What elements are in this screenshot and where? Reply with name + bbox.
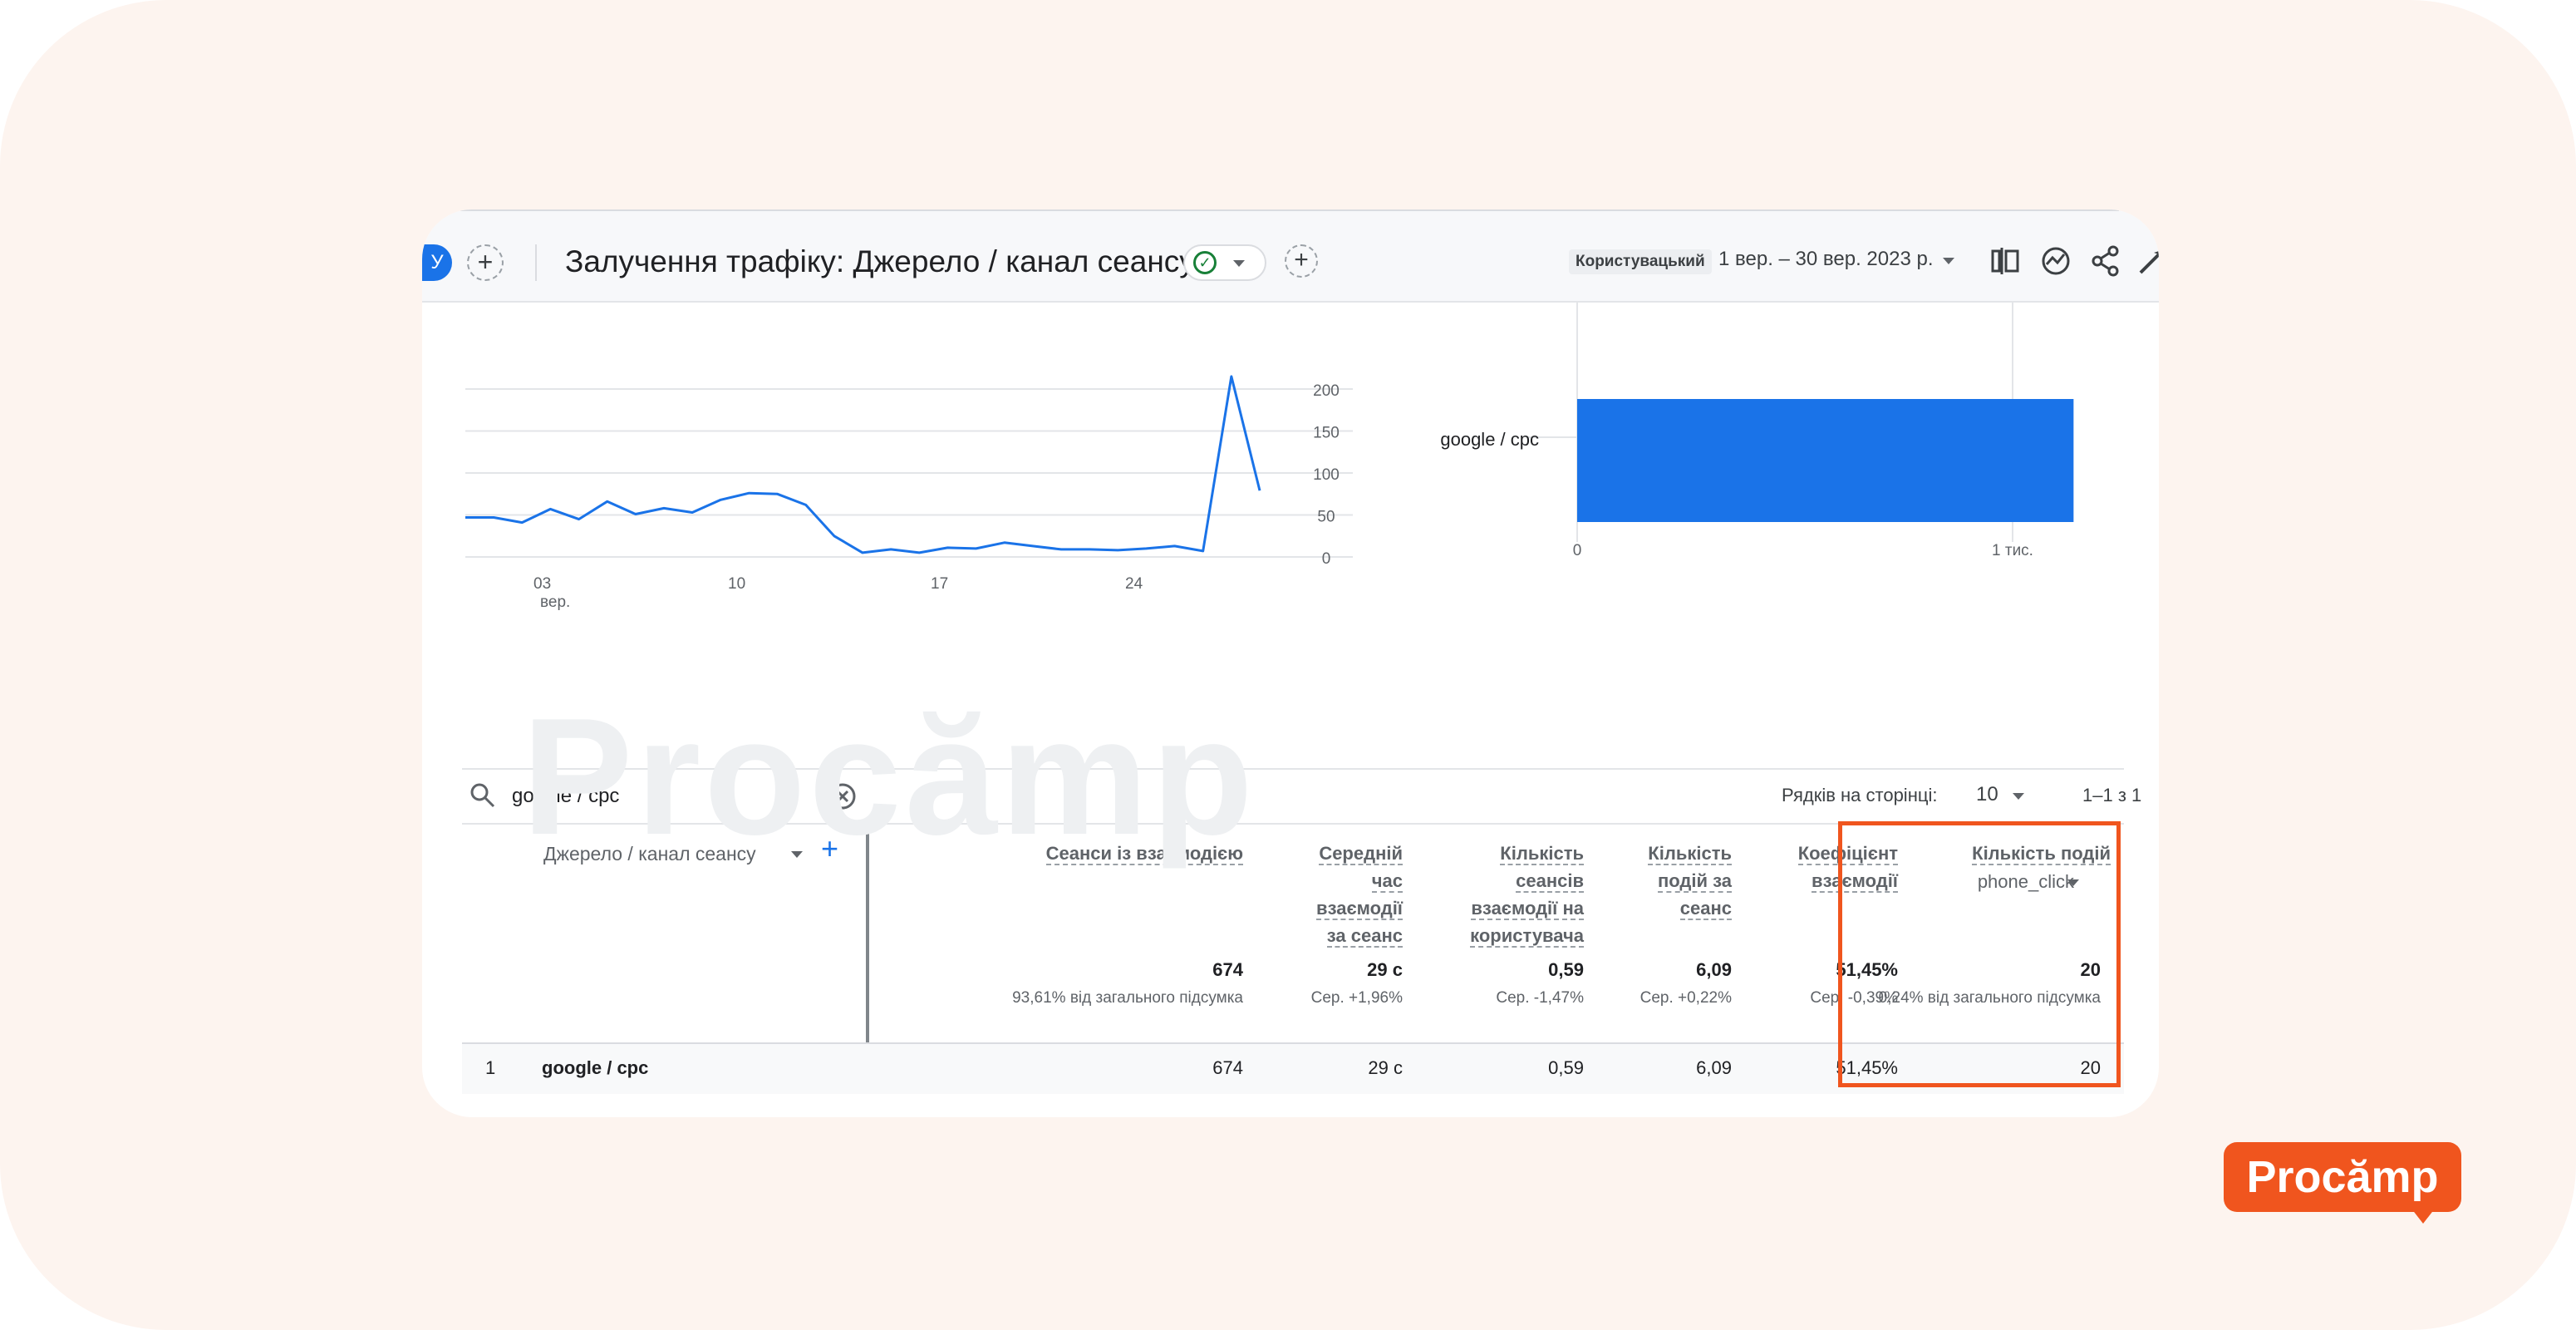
total-avg-engagement-time-delta: Сер. +1,96% [1310, 989, 1403, 1007]
total-events-per-session-delta: Сер. +0,22% [1639, 989, 1732, 1007]
procamp-logo: Procămp [2224, 1142, 2461, 1224]
total-avg-engagement-time: 29 с [1367, 959, 1403, 980]
add-dimension-button[interactable]: + [821, 831, 838, 866]
search-input[interactable]: google / cpc [512, 785, 619, 808]
chevron-down-icon [1233, 260, 1245, 267]
pagination-range: 1–1 з 1 [2082, 785, 2142, 805]
bar-category-label: google / cpc [1440, 429, 1539, 450]
total-sessions-per-user-delta: Сер. -1,47% [1496, 989, 1584, 1007]
add-comparison-button[interactable]: + [467, 244, 504, 281]
share-icon[interactable] [2087, 243, 2124, 279]
rows-per-page-dropdown-icon[interactable] [2013, 793, 2024, 800]
report-header: У + Залучення трафіку: Джерело / канал с… [422, 209, 2159, 303]
line-series [465, 375, 1261, 554]
column-header-engaged-sessions[interactable]: Сеанси із взаємодією [1045, 840, 1243, 867]
date-range-dropdown-icon[interactable] [1943, 258, 1954, 264]
bar-x-tick-label: 1 тис. [1992, 542, 2033, 559]
add-filter-button[interactable]: + [1285, 244, 1318, 278]
x-tick-label: вер. [540, 594, 570, 611]
header-separator [535, 244, 537, 281]
date-range-picker[interactable]: 1 вер. – 30 вер. 2023 р. [1718, 248, 1934, 271]
rows-per-page-label: Рядків на сторінці: [1782, 785, 1938, 805]
table-toolbar: google / cpc Рядків на сторінці: 10 1–1 … [462, 768, 2141, 825]
y-tick-label: 50 [1317, 509, 1335, 526]
x-tick-label: 10 [728, 575, 745, 593]
column-header-events-per-session[interactable]: Кількість подій за сеанс [1648, 840, 1732, 922]
line-chart: 0 50 100 150 200 03вер. 10 17 24 [465, 375, 1353, 611]
cell-sessions-per-user: 0,59 [1548, 1057, 1584, 1078]
compare-icon[interactable] [1988, 243, 2024, 279]
customize-icon[interactable] [2134, 243, 2159, 279]
insights-icon[interactable] [2038, 243, 2074, 279]
y-tick-label: 200 [1313, 382, 1340, 400]
event-count-highlight-box [1838, 821, 2121, 1087]
y-tick-label: 0 [1322, 550, 1331, 568]
check-circle-icon: ✓ [1193, 251, 1217, 274]
page-title: Залучення трафіку: Джерело / канал сеанс… [565, 244, 1195, 278]
bar-chart: google / cpc 0 1 тис. [1440, 301, 2074, 559]
cell-engaged-sessions: 674 [1212, 1057, 1243, 1078]
bar-x-tick-label: 0 [1573, 542, 1582, 559]
clear-search-icon[interactable] [828, 781, 858, 811]
rows-per-page-select[interactable]: 10 [1976, 783, 1998, 806]
column-header-engaged-sessions-per-user[interactable]: Кількість сеансів взаємодії на користувача [1470, 840, 1584, 949]
header-divider [460, 209, 2119, 211]
row-index: 1 [485, 1057, 496, 1078]
y-tick-label: 150 [1313, 425, 1340, 442]
bar-google-cpc [1577, 399, 2074, 522]
date-preset-chip: Користувацький [1569, 249, 1712, 274]
total-events-per-session: 6,09 [1696, 959, 1732, 980]
charts-area: 0 50 100 150 200 03вер. 10 17 24 google / cpc 0 1 … [465, 301, 2074, 611]
column-header-avg-engagement-time[interactable]: Середній час взаємодії за сеанс [1316, 840, 1403, 949]
x-tick-label: 03 [533, 575, 551, 593]
total-engaged-sessions-share: 93,61% від загального підсумка [1012, 989, 1243, 1007]
y-tick-label: 100 [1313, 466, 1340, 484]
dimension-dropdown-icon[interactable] [791, 851, 803, 858]
dimension-column-header[interactable]: Джерело / канал сеансу [543, 843, 756, 865]
cell-events-per-session: 6,09 [1696, 1057, 1732, 1078]
cell-avg-engagement-time: 29 с [1368, 1057, 1403, 1078]
comparison-avatar[interactable]: У [422, 244, 452, 281]
x-tick-label: 17 [931, 575, 948, 593]
total-engaged-sessions: 674 [1212, 959, 1243, 980]
row-dimension-value: google / cpc [542, 1057, 649, 1078]
search-icon [470, 783, 495, 808]
report-status-button[interactable]: ✓ [1183, 244, 1266, 281]
total-sessions-per-user: 0,59 [1548, 959, 1584, 980]
x-tick-label: 24 [1125, 575, 1143, 593]
